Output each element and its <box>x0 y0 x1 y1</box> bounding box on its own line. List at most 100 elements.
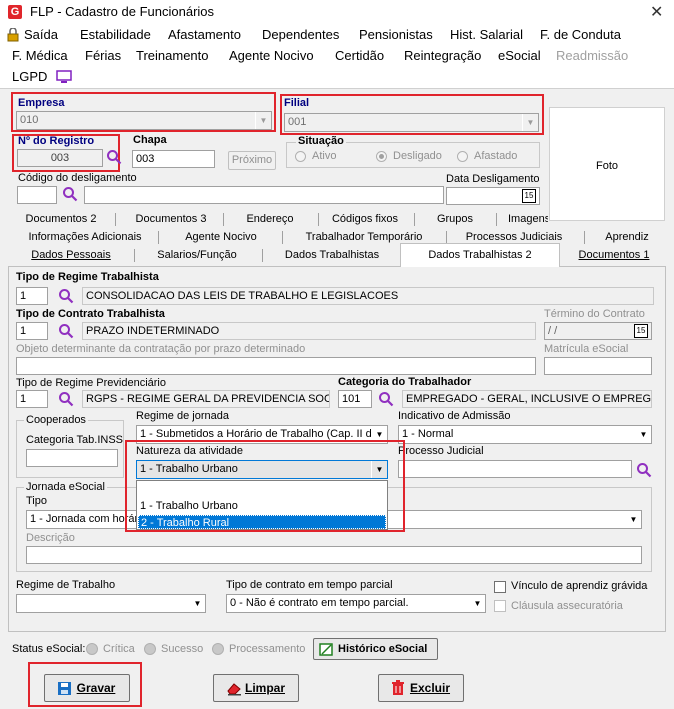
regime-trab-search-icon[interactable] <box>58 288 74 304</box>
processo-search-icon[interactable] <box>636 462 652 478</box>
regime-trab-desc: CONSOLIDACAO DAS LEIS DE TRABALHO E LEGI… <box>82 287 654 305</box>
tab-separator <box>584 231 585 244</box>
status-esocial-label: Status eSocial: <box>12 643 86 655</box>
prev-code-input[interactable]: 1 <box>16 390 48 408</box>
title-bar: G FLP - Cadastro de Funcionários ✕ <box>0 0 674 24</box>
indicativo-label: Indicativo de Admissão <box>398 410 511 422</box>
monitor-icon[interactable] <box>56 70 72 84</box>
menu-afastamento[interactable]: Afastamento <box>168 27 241 42</box>
window-title: FLP - Cadastro de Funcionários <box>30 4 215 19</box>
foto-label: Foto <box>596 160 619 172</box>
tab-agente-nocivo[interactable]: Agente Nocivo <box>166 229 276 247</box>
categoria-inss-label: Categoria Tab.INSS <box>26 434 124 446</box>
close-icon[interactable]: ✕ <box>650 2 663 22</box>
registro-highlight <box>12 134 120 172</box>
tab-documentos-3[interactable]: Documentos 3 <box>126 211 216 229</box>
tab-separator <box>134 249 135 262</box>
categoria-label: Categoria do Trabalhador <box>338 376 472 388</box>
cod-deslig-search-icon[interactable] <box>62 186 78 202</box>
photo-box[interactable]: Foto <box>549 107 665 221</box>
regime-trabalho-label: Regime de Trabalho <box>16 579 116 591</box>
prev-search-icon[interactable] <box>58 391 74 407</box>
menu-reintegracao[interactable]: Reintegração <box>404 48 481 63</box>
menu-pensionistas[interactable]: Pensionistas <box>359 27 433 42</box>
cod-deslig-input[interactable] <box>17 186 57 204</box>
menu-readmissao: Readmissão <box>556 48 629 63</box>
situacao-ativo-label: Ativo <box>312 150 337 162</box>
menu-lgpd[interactable]: LGPD <box>12 69 47 84</box>
tab-endereco[interactable]: Endereço <box>232 211 308 229</box>
tab-separator <box>158 231 159 244</box>
contrato-code-input[interactable]: 1 <box>16 322 48 340</box>
menu-separator <box>0 88 674 89</box>
jornada-regime-label: Regime de jornada <box>136 410 229 422</box>
tab-separator <box>414 213 415 226</box>
categoria-search-icon[interactable] <box>378 391 394 407</box>
processo-input[interactable] <box>398 460 632 478</box>
tipo-label: Tipo <box>26 495 47 507</box>
situacao-desligado-label: Desligado <box>393 150 442 162</box>
jornada-esocial-label: Jornada eSocial <box>24 481 107 493</box>
contrato-search-icon[interactable] <box>58 323 74 339</box>
contrato-desc: PRAZO INDETERMINADO <box>82 322 536 340</box>
tab-aprendiz[interactable]: Aprendiz <box>592 229 662 247</box>
indicativo-select[interactable]: 1 - Normal ▼ <box>398 425 652 444</box>
situacao-ativo-radio[interactable] <box>295 151 306 162</box>
menu-esocial[interactable]: eSocial <box>498 48 541 63</box>
situacao-desligado-radio[interactable] <box>376 151 387 162</box>
categoria-code-input[interactable]: 101 <box>338 390 372 408</box>
chapa-input[interactable]: 003 <box>132 150 215 168</box>
tab-informacoes-adicionais[interactable]: Informações Adicionais <box>20 229 150 247</box>
menu-hist-salarial[interactable]: Hist. Salarial <box>450 27 523 42</box>
descricao-input[interactable] <box>26 546 642 564</box>
limpar-button[interactable]: Limpar <box>213 674 299 702</box>
matricula-input[interactable] <box>544 357 652 375</box>
tab-documentos-1[interactable]: Documentos 1 <box>566 247 662 265</box>
menu-saida[interactable]: Saída <box>24 27 58 42</box>
menu-f-medica[interactable]: F. Médica <box>12 48 68 63</box>
menu-agente-nocivo[interactable]: Agente Nocivo <box>229 48 314 63</box>
historico-esocial-button[interactable]: Histórico eSocial <box>313 638 438 660</box>
filial-highlight <box>280 94 544 135</box>
clausula-label: Cláusula assecuratória <box>511 600 623 612</box>
tempo-parcial-label: Tipo de contrato em tempo parcial <box>226 579 393 591</box>
menu-f-conduta[interactable]: F. de Conduta <box>540 27 621 42</box>
status-processamento-icon <box>212 643 224 655</box>
tab-dados-trabalhistas-2[interactable]: Dados Trabalhistas 2 <box>400 243 560 267</box>
menu-certidao[interactable]: Certidão <box>335 48 384 63</box>
tab-separator <box>262 249 263 262</box>
tab-dados-pessoais[interactable]: Dados Pessoais <box>16 247 126 265</box>
menu-treinamento[interactable]: Treinamento <box>136 48 209 63</box>
tempo-parcial-select[interactable]: 0 - Não é contrato em tempo parcial. ▼ <box>226 594 486 613</box>
tab-imagens[interactable]: Imagens <box>504 211 548 229</box>
vinculo-checkbox[interactable] <box>494 581 506 593</box>
tab-documentos-2[interactable]: Documentos 2 <box>18 211 104 229</box>
tab-separator <box>496 213 497 226</box>
termino-calendar-icon[interactable]: 15 <box>634 324 648 338</box>
excluir-button[interactable]: Excluir <box>378 674 464 702</box>
cod-deslig-desc <box>84 186 444 204</box>
data-deslig-calendar-icon[interactable]: 15 <box>522 189 536 203</box>
eraser-icon <box>227 683 241 696</box>
objeto-input[interactable] <box>16 357 536 375</box>
cooperados-label: Cooperados <box>24 414 88 426</box>
tab-salarios-funcao[interactable]: Salarios/Função <box>142 247 252 265</box>
tab-dados-trabalhistas[interactable]: Dados Trabalhistas <box>270 247 394 265</box>
data-deslig-label: Data Desligamento <box>446 173 540 185</box>
categoria-inss-input[interactable] <box>26 449 118 467</box>
clausula-checkbox <box>494 600 506 612</box>
proximo-button: Próximo <box>228 151 276 170</box>
historico-icon <box>319 643 333 656</box>
regime-trabalho-select[interactable]: ▼ <box>16 594 206 613</box>
menu-estabilidade[interactable]: Estabilidade <box>80 27 151 42</box>
prev-label: Tipo de Regime Previdenciário <box>16 377 166 389</box>
situacao-afastado-radio[interactable] <box>457 151 468 162</box>
objeto-label: Objeto determinante da contratação por p… <box>16 343 306 355</box>
termino-label: Término do Contrato <box>544 308 645 320</box>
tab-codigos-fixos[interactable]: Códigos fixos <box>326 211 404 229</box>
regime-trab-code-input[interactable]: 1 <box>16 287 48 305</box>
registro-search-icon[interactable] <box>106 149 122 165</box>
menu-ferias[interactable]: Férias <box>85 48 121 63</box>
tab-grupos[interactable]: Grupos <box>424 211 486 229</box>
menu-dependentes[interactable]: Dependentes <box>262 27 339 42</box>
